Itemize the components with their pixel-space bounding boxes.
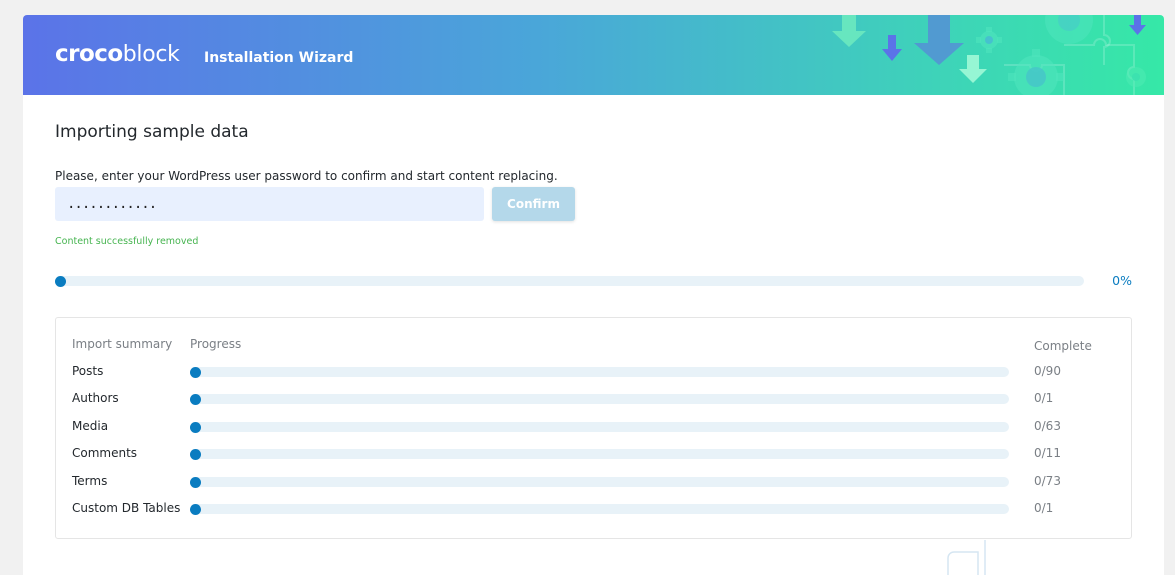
- row-progress-indicator: [190, 476, 201, 488]
- row-progress-bar: [190, 393, 1009, 405]
- summary-row-posts: Posts 0/90: [56, 364, 1131, 380]
- password-instruction: Please, enter your WordPress user passwo…: [55, 169, 558, 183]
- row-progress-bar: [190, 503, 1009, 515]
- status-message: Content successfully removed: [55, 236, 199, 247]
- summary-row-media: Media 0/63: [56, 419, 1131, 435]
- row-progress-bar: [190, 476, 1009, 488]
- row-label: Comments: [72, 446, 138, 460]
- row-complete: 0/1: [1034, 501, 1054, 515]
- row-complete: 0/63: [1034, 419, 1061, 433]
- logo-bold-text: croco: [55, 41, 123, 67]
- page-title: Importing sample data: [55, 122, 249, 142]
- row-complete: 0/90: [1034, 364, 1061, 378]
- row-progress-bar: [190, 421, 1009, 433]
- row-label: Terms: [72, 474, 108, 488]
- row-progress-bar: [190, 366, 1009, 378]
- header-progress: Progress: [190, 337, 242, 351]
- header-complete: Complete: [1034, 339, 1092, 353]
- arrow-down-icon: [832, 15, 866, 47]
- overall-progress-indicator: [55, 275, 66, 287]
- header-decoration: [832, 15, 1146, 95]
- overall-progress-percent: 0%: [1112, 273, 1132, 288]
- row-label: Posts: [72, 364, 104, 378]
- arrow-down-icon: [882, 35, 902, 61]
- header-import-summary: Import summary: [72, 337, 173, 351]
- crocoblock-logo: croco block: [55, 41, 180, 67]
- summary-row-authors: Authors 0/1: [56, 391, 1131, 407]
- footer-decoration: [947, 540, 986, 575]
- wizard-header: croco block Installation Wizard: [23, 15, 1164, 95]
- gear-icon: [1126, 67, 1146, 87]
- arrow-down-icon: [1129, 15, 1146, 35]
- row-complete: 0/1: [1034, 391, 1054, 405]
- row-complete: 0/73: [1034, 474, 1061, 488]
- installation-wizard: croco block Installation Wizard Importin…: [23, 15, 1164, 575]
- row-label: Media: [72, 419, 109, 433]
- row-progress-indicator: [190, 448, 201, 460]
- summary-row-custom-db-tables: Custom DB Tables 0/1: [56, 501, 1131, 517]
- confirm-button[interactable]: Confirm: [492, 187, 575, 221]
- wizard-content: Importing sample data Please, enter your…: [55, 122, 1132, 539]
- gear-icon: [1008, 49, 1064, 95]
- import-summary-panel: Import summary Progress Complete Posts 0…: [55, 317, 1132, 539]
- row-progress-bar: [190, 448, 1009, 460]
- password-input[interactable]: [55, 187, 484, 221]
- logo-light-text: block: [122, 42, 180, 67]
- row-progress-indicator: [190, 421, 201, 433]
- puzzle-icon: [947, 540, 986, 575]
- row-progress-indicator: [190, 503, 201, 515]
- arrow-down-icon: [914, 15, 964, 65]
- row-progress-indicator: [190, 366, 201, 378]
- overall-progress-bar: [55, 275, 1084, 287]
- gear-icon: [976, 27, 1002, 53]
- row-label: Authors: [72, 391, 119, 405]
- wizard-title: Installation Wizard: [204, 50, 354, 66]
- summary-row-comments: Comments 0/11: [56, 446, 1131, 462]
- row-complete: 0/11: [1034, 446, 1061, 460]
- summary-row-terms: Terms 0/73: [56, 474, 1131, 490]
- row-progress-indicator: [190, 393, 201, 405]
- arrow-down-icon: [959, 55, 987, 83]
- row-label: Custom DB Tables: [72, 501, 181, 515]
- gear-icon: [1045, 15, 1093, 44]
